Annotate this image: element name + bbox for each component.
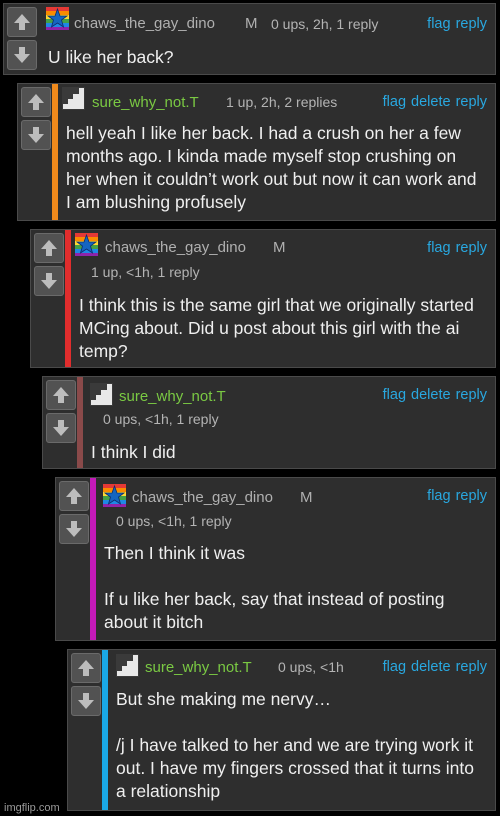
username[interactable]: sure_why_not.T	[145, 659, 252, 676]
flag-link[interactable]: flag	[383, 94, 406, 110]
comment-text: Then I think it was If u like her back, …	[104, 543, 445, 632]
arrow-down-icon[interactable]	[21, 120, 51, 150]
arrow-up-icon[interactable]	[46, 380, 76, 410]
comment-text: I think this is the same girl that we or…	[79, 295, 474, 361]
reply-link[interactable]: reply	[456, 94, 487, 110]
comment-actions: flag reply	[422, 16, 487, 32]
comment-meta: 1 up, <1h, 1 reply	[91, 264, 200, 280]
arrow-down-icon[interactable]	[71, 686, 101, 716]
comment-actions: flag reply	[422, 240, 487, 256]
vote-controls	[43, 377, 79, 443]
comment-actions: flag delete reply	[378, 387, 487, 403]
comment-3: chaws_the_gay_dino M 1 up, <1h, 1 reply …	[30, 229, 496, 368]
username[interactable]: chaws_the_gay_dino	[74, 15, 215, 32]
username[interactable]: chaws_the_gay_dino	[105, 239, 246, 256]
reply-link[interactable]: reply	[456, 488, 487, 504]
comment-6: sure_why_not.T 0 ups, <1h flag delete repl…	[67, 649, 496, 811]
delete-link[interactable]: delete	[411, 94, 451, 110]
avatar[interactable]	[90, 383, 113, 406]
arrow-down-icon[interactable]	[46, 413, 76, 443]
comment-text: hell yeah I like her back. I had a crush…	[66, 123, 477, 212]
vote-controls	[18, 84, 54, 150]
arrow-up-icon[interactable]	[21, 87, 51, 117]
username[interactable]: sure_why_not.T	[119, 388, 226, 405]
reply-link[interactable]: reply	[456, 240, 487, 256]
flag-link[interactable]: flag	[383, 387, 406, 403]
comment-text: U like her back?	[48, 47, 174, 67]
flag-link[interactable]: flag	[427, 240, 450, 256]
comment-2: sure_why_not.T 1 up, 2h, 2 replies flag d…	[17, 83, 496, 221]
delete-link[interactable]: delete	[411, 387, 451, 403]
vote-controls	[68, 650, 104, 716]
reply-link[interactable]: reply	[456, 16, 487, 32]
comment-actions: flag delete reply	[378, 94, 487, 110]
comment-meta: 0 ups, 2h, 1 reply	[271, 16, 379, 32]
comment-meta: 0 ups, <1h, 1 reply	[116, 513, 232, 529]
flag-link[interactable]: flag	[427, 488, 450, 504]
avatar[interactable]	[46, 7, 69, 30]
arrow-up-icon[interactable]	[71, 653, 101, 683]
avatar[interactable]	[116, 654, 139, 677]
comment-body: sure_why_not.T 0 ups, <1h flag delete repl…	[112, 650, 487, 810]
username[interactable]: chaws_the_gay_dino	[132, 489, 273, 506]
vote-controls	[31, 230, 67, 296]
avatar[interactable]	[75, 233, 98, 256]
arrow-down-icon[interactable]	[59, 514, 89, 544]
mod-badge: M	[300, 489, 313, 506]
avatar[interactable]	[103, 484, 126, 507]
reply-link[interactable]: reply	[456, 659, 487, 675]
username[interactable]: sure_why_not.T	[92, 94, 199, 111]
vote-controls	[56, 478, 92, 544]
flag-link[interactable]: flag	[383, 659, 406, 675]
comment-text: But she making me nervy… /j I have talke…	[116, 689, 474, 801]
flag-link[interactable]: flag	[427, 16, 450, 32]
comment-actions: flag reply	[422, 488, 487, 504]
arrow-down-icon[interactable]	[34, 266, 64, 296]
comment-body: sure_why_not.T 0 ups, <1h, 1 reply flag d…	[87, 377, 487, 468]
thread-bar	[102, 650, 108, 810]
arrow-down-icon[interactable]	[7, 40, 37, 70]
mod-badge: M	[245, 15, 258, 32]
thread-bar	[90, 478, 96, 640]
watermark: imgflip.com	[4, 802, 60, 814]
vote-controls	[4, 4, 40, 70]
comment-1: chaws_the_gay_dino M 0 ups, 2h, 1 reply …	[3, 3, 496, 75]
arrow-up-icon[interactable]	[34, 233, 64, 263]
comment-body: chaws_the_gay_dino M 0 ups, <1h, 1 reply…	[100, 478, 487, 640]
arrow-up-icon[interactable]	[59, 481, 89, 511]
comment-meta: 0 ups, <1h	[278, 659, 344, 675]
thread-bar	[77, 377, 83, 468]
comment-meta: 0 ups, <1h, 1 reply	[103, 411, 219, 427]
comment-meta: 1 up, 2h, 2 replies	[226, 94, 338, 110]
delete-link[interactable]: delete	[411, 659, 451, 675]
comment-actions: flag delete reply	[378, 659, 487, 675]
thread-bar	[65, 230, 71, 367]
comment-body: sure_why_not.T 1 up, 2h, 2 replies flag d…	[62, 84, 487, 220]
arrow-up-icon[interactable]	[7, 7, 37, 37]
reply-link[interactable]: reply	[456, 387, 487, 403]
comment-text: I think I did	[91, 442, 176, 462]
comment-body: chaws_the_gay_dino M 0 ups, 2h, 1 reply …	[44, 4, 487, 74]
comment-body: chaws_the_gay_dino M 1 up, <1h, 1 reply …	[75, 230, 487, 367]
comment-4: sure_why_not.T 0 ups, <1h, 1 reply flag d…	[42, 376, 496, 469]
comment-5: chaws_the_gay_dino M 0 ups, <1h, 1 reply…	[55, 477, 496, 641]
thread-bar	[52, 84, 58, 220]
avatar[interactable]	[62, 87, 85, 110]
mod-badge: M	[273, 239, 286, 256]
